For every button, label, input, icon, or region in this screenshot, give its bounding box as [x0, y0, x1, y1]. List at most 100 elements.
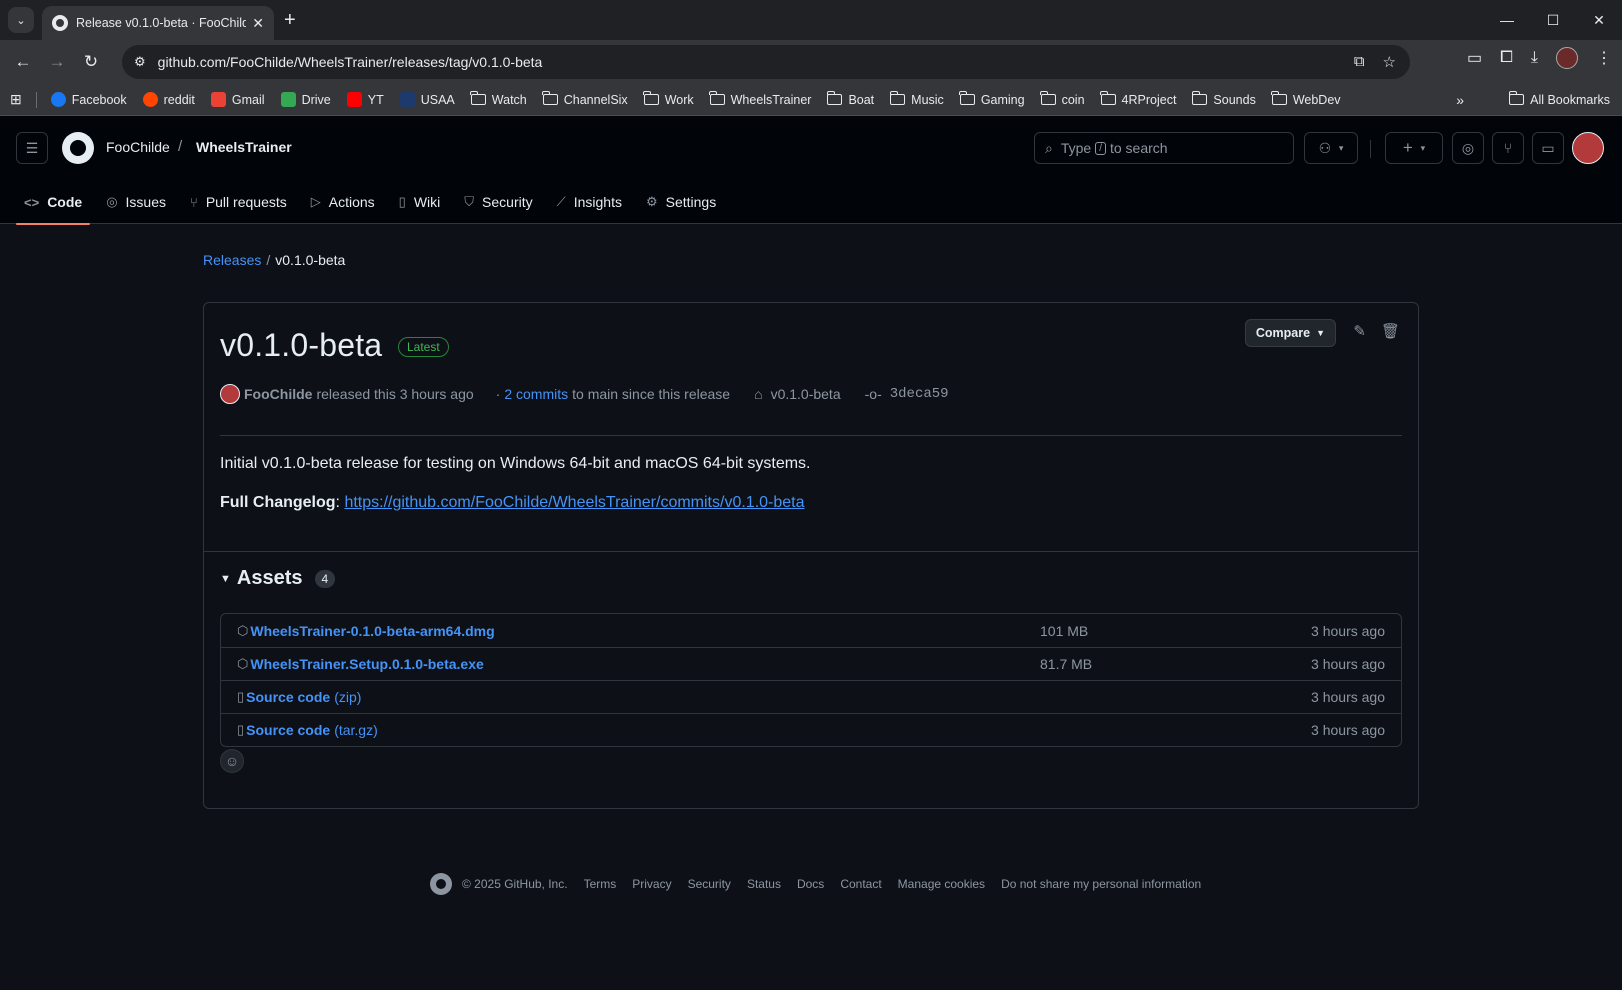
- footer-link[interactable]: Status: [747, 877, 781, 891]
- tab-settings[interactable]: ⚙ Settings: [638, 180, 724, 224]
- github-footer-logo-icon[interactable]: [430, 873, 452, 895]
- released-text: released this 3 hours ago: [316, 386, 474, 402]
- inbox-button[interactable]: ▭: [1532, 132, 1564, 164]
- bookmark-item[interactable]: Facebook: [50, 92, 127, 107]
- all-bookmarks[interactable]: All Bookmarks: [1508, 91, 1610, 107]
- issues-button[interactable]: ◎: [1452, 132, 1484, 164]
- repo-name-link[interactable]: WheelsTrainer: [196, 139, 292, 155]
- bookmark-item[interactable]: WebDev: [1271, 91, 1341, 107]
- bookmark-item[interactable]: Drive: [280, 92, 331, 107]
- apps-grid-icon[interactable]: ⊞: [10, 91, 22, 108]
- forward-button[interactable]: →: [42, 47, 72, 77]
- tab-search-dropdown[interactable]: ⌄: [8, 7, 34, 33]
- extensions-icon[interactable]: ⧠: [1500, 49, 1513, 67]
- bookmark-item[interactable]: Work: [643, 91, 694, 107]
- assets-toggle[interactable]: ▼ Assets 4: [220, 567, 336, 590]
- footer-link[interactable]: Contact: [840, 877, 881, 891]
- bookmark-item[interactable]: 4RProject: [1100, 91, 1176, 107]
- github-header: ☰ FooChilde / WheelsTrainer ⌕ Type / to …: [0, 116, 1622, 225]
- more-bookmarks-icon[interactable]: »: [1456, 92, 1464, 108]
- search-input[interactable]: ⌕ Type / to search: [1034, 132, 1294, 164]
- tab-insights[interactable]: ⟋ Insights: [549, 180, 630, 224]
- bookmark-item[interactable]: reddit: [142, 92, 195, 107]
- bookmark-item[interactable]: Watch: [470, 91, 527, 107]
- asset-format[interactable]: (tar.gz): [334, 722, 378, 738]
- triangle-down-icon: ▼: [220, 572, 231, 585]
- bookmark-item[interactable]: Music: [889, 91, 944, 107]
- footer-link[interactable]: Security: [688, 877, 731, 891]
- cast-icon[interactable]: ▭: [1467, 48, 1482, 68]
- tab-code[interactable]: <> Code: [16, 180, 91, 225]
- author-avatar[interactable]: [220, 384, 240, 404]
- bookmark-label: Drive: [301, 92, 331, 107]
- asset-link[interactable]: Source code: [246, 689, 330, 705]
- commits-link[interactable]: 2 commits: [504, 386, 568, 402]
- downloads-icon[interactable]: ⤓: [1531, 49, 1538, 67]
- release-title[interactable]: v0.1.0-beta: [220, 327, 382, 364]
- issues-icon: ◎: [106, 194, 118, 209]
- tag-link[interactable]: v0.1.0-beta: [771, 386, 841, 402]
- bookmark-item[interactable]: WheelsTrainer: [709, 91, 811, 107]
- back-button[interactable]: ←: [8, 47, 38, 77]
- bookmark-item[interactable]: Gaming: [959, 91, 1025, 107]
- asset-format[interactable]: (zip): [334, 689, 361, 705]
- bookmark-item[interactable]: YT: [346, 92, 384, 107]
- browser-menu-icon[interactable]: ⋮: [1596, 48, 1612, 68]
- browser-tab-active[interactable]: Release v0.1.0-beta · FooChilde/ ✕: [42, 6, 274, 40]
- menu-icon[interactable]: ☰: [16, 132, 48, 164]
- footer-link[interactable]: Do not share my personal information: [1001, 877, 1201, 891]
- compare-button[interactable]: Compare ▼: [1244, 319, 1336, 347]
- bookmark-item[interactable]: Boat: [826, 91, 874, 107]
- bookmark-item[interactable]: USAA: [399, 92, 455, 107]
- tab-close-icon[interactable]: ✕: [252, 15, 264, 32]
- tab-actions[interactable]: ▷ Actions: [303, 180, 383, 224]
- minimize-icon[interactable]: —: [1484, 0, 1530, 40]
- add-reaction-icon[interactable]: ☺: [220, 749, 244, 773]
- footer-copyright: © 2025 GitHub, Inc.: [462, 877, 568, 891]
- pencil-icon[interactable]: ✎: [1353, 322, 1366, 340]
- address-bar[interactable]: ⚙ github.com/FooChilde/WheelsTrainer/rel…: [122, 45, 1410, 79]
- bookmarks-bar: ⊞ Facebook reddit Gmail Drive YT USAA Watch Cha…: [0, 84, 1622, 116]
- asset-time: 3 hours ago: [1311, 689, 1385, 705]
- site-info-icon[interactable]: ⚙: [134, 54, 146, 70]
- releases-link[interactable]: Releases: [203, 252, 261, 268]
- create-new-button[interactable]: + ▾: [1385, 132, 1443, 164]
- trash-icon[interactable]: 🗑: [1381, 322, 1400, 340]
- footer-link[interactable]: Docs: [797, 877, 824, 891]
- copilot-button[interactable]: ⚇ ▾: [1304, 132, 1358, 164]
- bookmark-item[interactable]: coin: [1040, 91, 1085, 107]
- pull-requests-button[interactable]: ⑂: [1492, 132, 1524, 164]
- bookmarks-divider: [35, 91, 37, 108]
- changelog-link[interactable]: https://github.com/FooChilde/WheelsTrain…: [344, 494, 804, 511]
- bookmark-item[interactable]: ChannelSix: [542, 91, 628, 107]
- tab-pull-requests[interactable]: ⑂ Pull requests: [182, 180, 295, 224]
- bookmark-item[interactable]: Sounds: [1191, 91, 1256, 107]
- bookmark-item[interactable]: Gmail: [210, 92, 265, 107]
- bookmark-label: Sounds: [1213, 92, 1256, 107]
- footer-link[interactable]: Terms: [584, 877, 617, 891]
- github-logo-icon[interactable]: [62, 132, 94, 164]
- asset-link[interactable]: WheelsTrainer.Setup.0.1.0-beta.exe: [250, 656, 483, 672]
- code-icon: <>: [24, 194, 40, 210]
- tab-security[interactable]: ⛉ Security: [456, 180, 540, 224]
- author-link[interactable]: FooChilde: [244, 386, 312, 402]
- repo-owner-link[interactable]: FooChilde: [106, 139, 170, 155]
- tab-wiki[interactable]: ▯ Wiki: [391, 180, 449, 224]
- folder-icon: [1100, 91, 1116, 105]
- new-tab-button[interactable]: +: [284, 9, 296, 32]
- footer-link[interactable]: Privacy: [632, 877, 671, 891]
- bookmark-star-icon[interactable]: ☆: [1383, 53, 1396, 71]
- asset-link[interactable]: WheelsTrainer-0.1.0-beta-arm64.dmg: [250, 623, 494, 639]
- commit-link[interactable]: 3deca59: [890, 386, 949, 402]
- install-app-icon[interactable]: ⧉: [1354, 53, 1365, 71]
- footer-link[interactable]: Manage cookies: [898, 877, 985, 891]
- window-close-icon[interactable]: ✕: [1576, 0, 1622, 40]
- url-text[interactable]: github.com/FooChilde/WheelsTrainer/relea…: [158, 54, 1354, 70]
- reload-button[interactable]: ↻: [76, 47, 106, 77]
- asset-link[interactable]: Source code: [246, 722, 330, 738]
- chevron-down-icon: ▼: [1316, 328, 1325, 338]
- tab-issues[interactable]: ◎ Issues: [98, 180, 174, 224]
- user-avatar[interactable]: [1572, 132, 1604, 164]
- maximize-icon[interactable]: ☐: [1530, 0, 1576, 40]
- profile-avatar[interactable]: [1556, 47, 1578, 69]
